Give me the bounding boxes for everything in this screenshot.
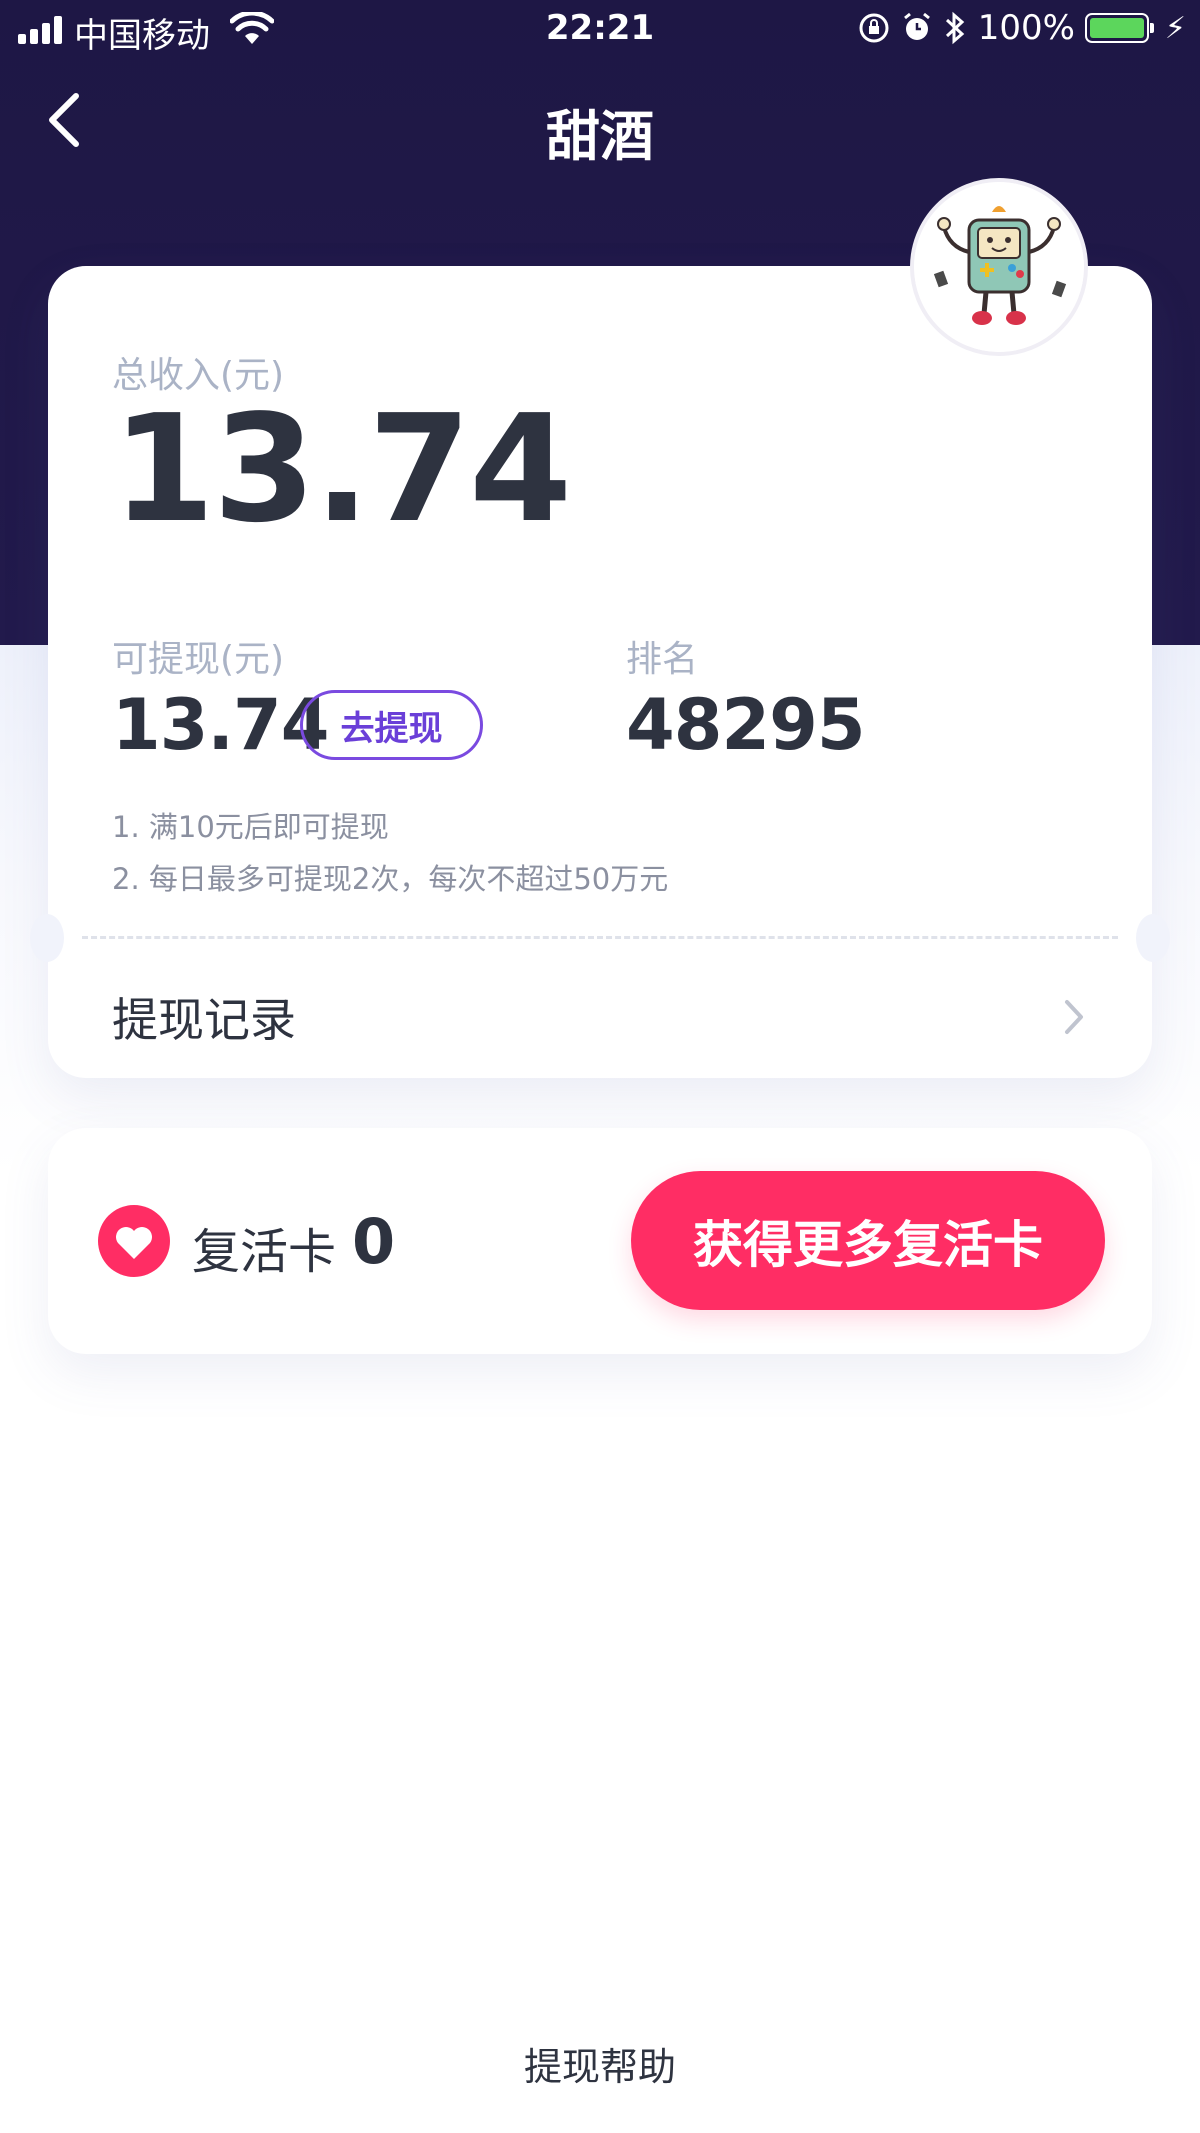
alarm-icon <box>903 12 930 40</box>
withdraw-button[interactable]: 去提现 <box>300 690 483 760</box>
get-more-revive-button[interactable]: 获得更多复活卡 <box>631 1171 1105 1310</box>
withdraw-records-row[interactable]: 提现记录 <box>48 960 1152 1078</box>
status-bar: 中国移动 22:21 100% ⚡ <box>0 0 1200 60</box>
battery-percent: 100% <box>977 8 1075 48</box>
ticket-notch-right <box>1136 914 1170 962</box>
charging-icon: ⚡ <box>1164 10 1186 46</box>
card-divider <box>82 936 1118 939</box>
avatar[interactable] <box>910 178 1088 356</box>
withdraw-records-label: 提现记录 <box>112 993 296 1047</box>
ticket-notch-left <box>30 914 64 962</box>
bluetooth-icon <box>945 11 964 45</box>
revive-card-label: 复活卡 <box>192 1224 337 1280</box>
withdrawable-value: 13.74 <box>112 684 329 766</box>
robot-avatar-icon <box>914 182 1084 352</box>
rule-item: 1. 满10元后即可提现 <box>112 810 389 844</box>
orientation-lock-icon <box>859 13 889 43</box>
heart-icon <box>98 1205 170 1277</box>
withdraw-help-link[interactable]: 提现帮助 <box>0 2036 1200 2091</box>
rank-value: 48295 <box>626 684 866 766</box>
rule-item: 2. 每日最多可提现2次，每次不超过50万元 <box>112 862 669 896</box>
withdrawable-label: 可提现(元) <box>112 639 285 680</box>
battery-icon <box>1084 13 1154 43</box>
page-title: 甜酒 <box>546 105 654 168</box>
total-income-value: 13.74 <box>112 383 572 555</box>
revive-card-count: 0 <box>352 1205 396 1278</box>
rank-label: 排名 <box>626 639 699 680</box>
chevron-right-icon <box>1065 1000 1083 1034</box>
